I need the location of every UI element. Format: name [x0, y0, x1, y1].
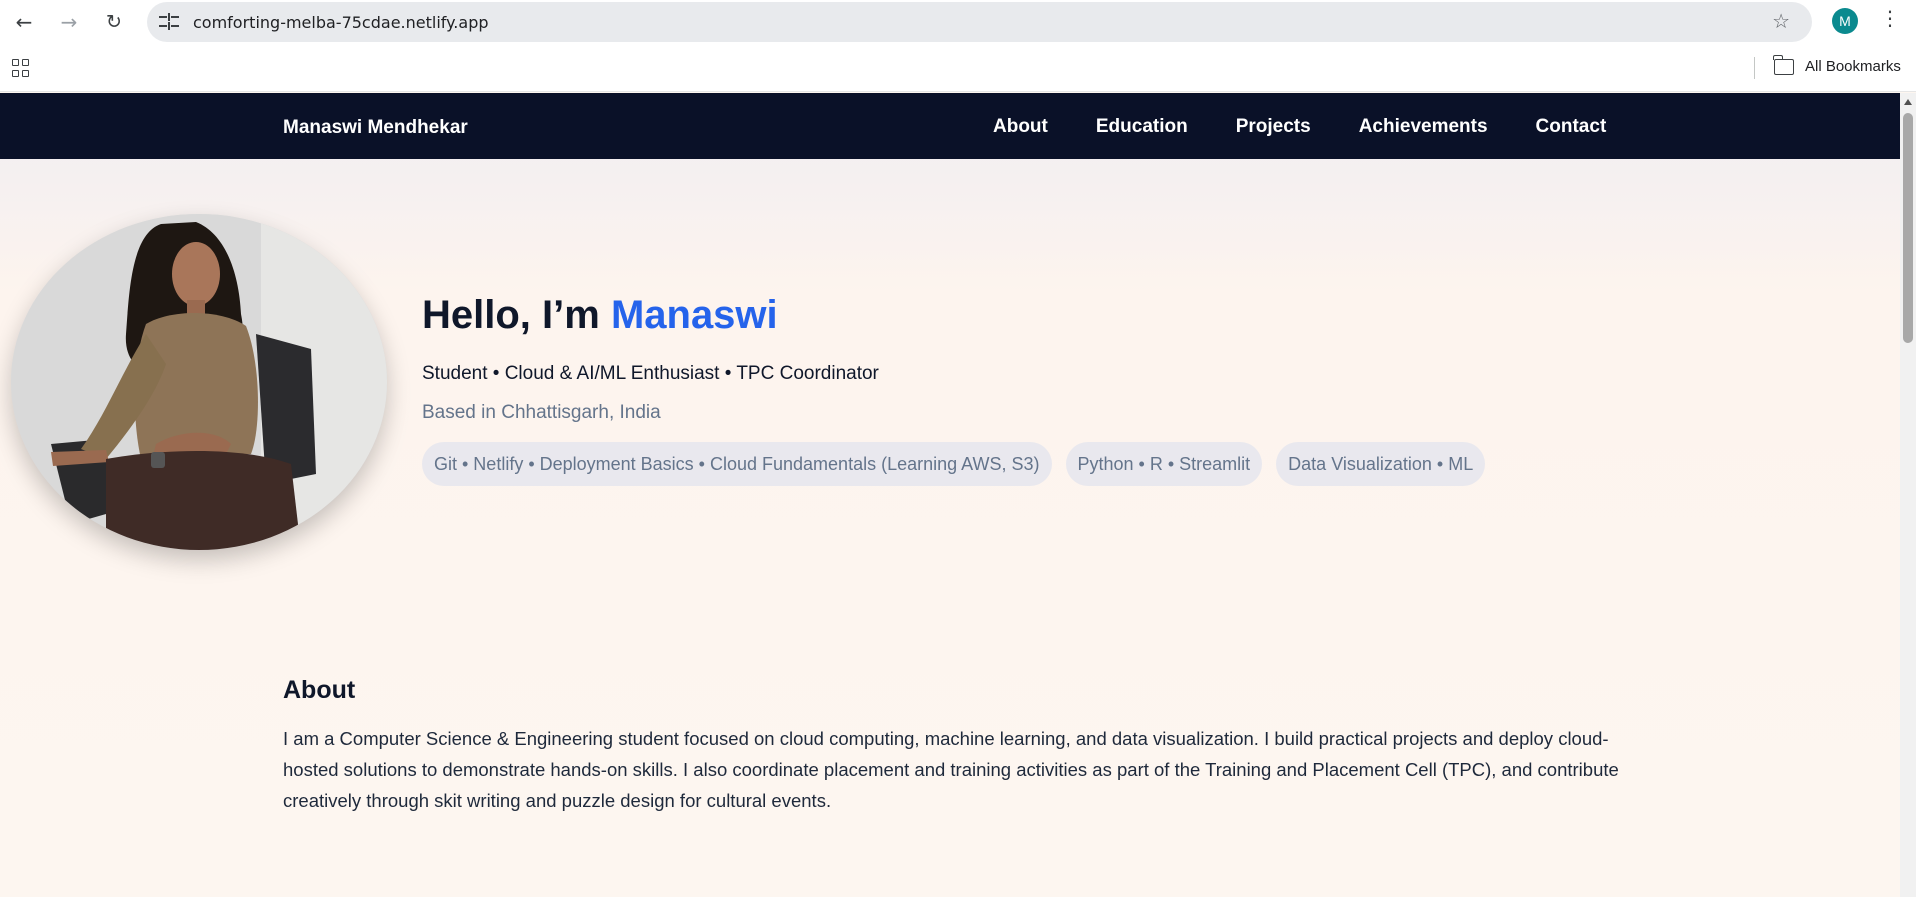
hero-name: Manaswi: [610, 293, 778, 337]
folder-icon[interactable]: [1773, 55, 1794, 75]
browser-toolbar: ← → ↻ comforting-melba-75cdae.netlify.ap…: [0, 0, 1916, 44]
skill-chip-languages: Python • R • Streamlit: [1065, 442, 1263, 486]
scrollbar-thumb[interactable]: [1903, 113, 1913, 343]
about-paragraph: I am a Computer Science & Engineering st…: [283, 728, 1619, 811]
scroll-up-arrow-icon[interactable]: [1904, 99, 1912, 105]
nav-link-achievements[interactable]: Achievements: [1359, 116, 1488, 138]
site-brand[interactable]: Manaswi Mendhekar: [283, 117, 468, 139]
nav-link-about[interactable]: About: [993, 116, 1048, 138]
nav-link-contact[interactable]: Contact: [1536, 116, 1607, 138]
bookmarks-bar: All Bookmarks: [0, 44, 1916, 92]
url-text[interactable]: comforting-melba-75cdae.netlify.app: [193, 13, 489, 32]
back-arrow-icon[interactable]: ←: [10, 8, 38, 36]
site-navbar: Manaswi Mendhekar About Education Projec…: [0, 93, 1900, 159]
page-scrollbar[interactable]: [1900, 93, 1916, 897]
bookmarks-divider: [1754, 57, 1755, 79]
kebab-menu-icon[interactable]: ⋮: [1880, 6, 1900, 30]
reload-icon[interactable]: ↻: [100, 8, 128, 36]
skill-chip-data: Data Visualization • ML: [1276, 442, 1486, 486]
skill-chip-cloud: Git • Netlify • Deployment Basics • Clou…: [422, 442, 1052, 486]
hero-greeting: Hello, I’m: [422, 293, 611, 337]
nav-link-education[interactable]: Education: [1096, 116, 1188, 138]
site-info-icon[interactable]: [159, 12, 179, 32]
hero-location: Based in Chhattisgarh, India: [422, 402, 661, 423]
all-bookmarks-link[interactable]: All Bookmarks: [1805, 58, 1901, 75]
forward-arrow-icon[interactable]: →: [55, 8, 83, 36]
page-viewport: Manaswi Mendhekar About Education Projec…: [0, 93, 1900, 897]
nav-links: About Education Projects Achievements Co…: [993, 116, 1606, 138]
hero-subtitle: Student • Cloud & AI/ML Enthusiast • TPC…: [422, 363, 879, 384]
profile-photo: [11, 214, 387, 550]
bookmark-star-icon[interactable]: ☆: [1772, 9, 1790, 33]
nav-link-projects[interactable]: Projects: [1236, 116, 1311, 138]
skill-chips: Git • Netlify • Deployment Basics • Clou…: [422, 442, 1499, 486]
address-bar[interactable]: comforting-melba-75cdae.netlify.app ☆: [147, 2, 1812, 42]
profile-avatar[interactable]: M: [1832, 8, 1858, 34]
hero-heading: Hello, I’m Manaswi: [422, 293, 778, 338]
about-heading: About: [283, 676, 356, 704]
apps-grid-icon[interactable]: [12, 59, 30, 77]
